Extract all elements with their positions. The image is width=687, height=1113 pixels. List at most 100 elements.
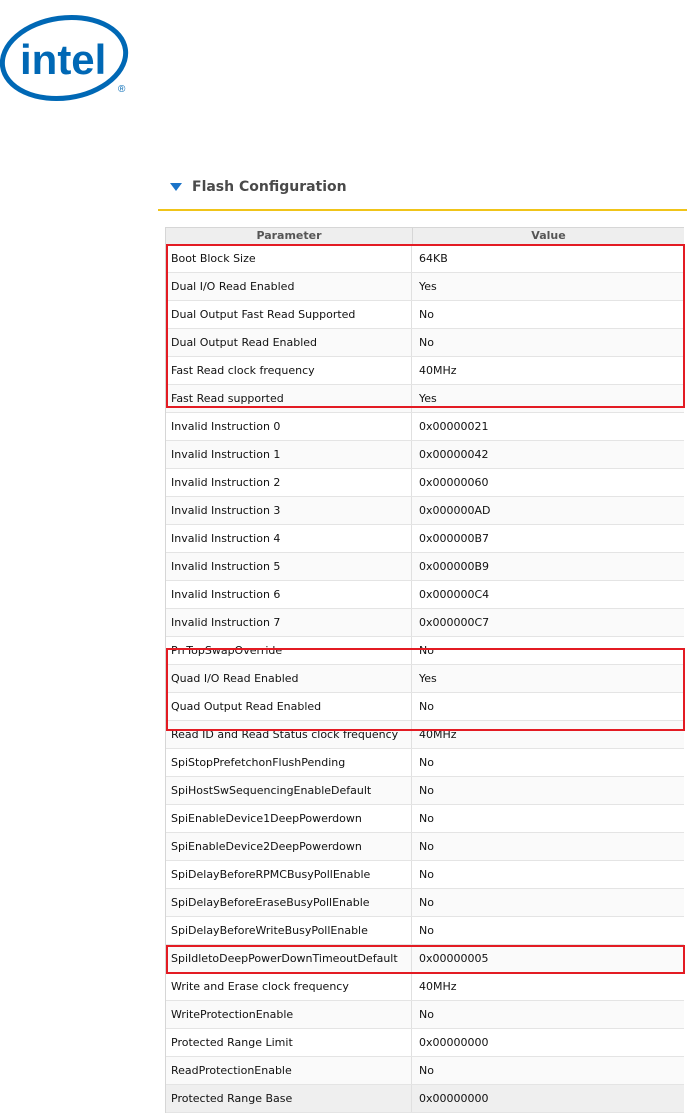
table-row[interactable]: Invalid Instruction 1 0x00000042	[166, 441, 684, 469]
parameter-cell: Dual Output Fast Read Supported	[166, 301, 412, 328]
value-cell[interactable]: Yes	[412, 665, 683, 692]
intel-logo: intel ®	[0, 12, 140, 104]
table-row[interactable]: Quad Output Read Enabled No	[166, 693, 684, 721]
parameter-cell: SpiDelayBeforeEraseBusyPollEnable	[166, 889, 412, 916]
value-cell[interactable]: 0x00000005	[412, 945, 683, 972]
value-cell[interactable]: No	[412, 917, 683, 944]
table-row[interactable]: Quad I/O Read Enabled Yes	[166, 665, 684, 693]
value-cell[interactable]: 0x00000021	[412, 413, 683, 440]
value-cell[interactable]: No	[412, 749, 683, 776]
parameter-cell: Protected Range Limit	[166, 1029, 412, 1056]
value-cell[interactable]: No	[412, 861, 683, 888]
parameter-cell: Invalid Instruction 1	[166, 441, 412, 468]
parameter-cell: SpiHostSwSequencingEnableDefault	[166, 777, 412, 804]
value-cell[interactable]: No	[412, 889, 683, 916]
table-row[interactable]: Fast Read supported Yes	[166, 385, 684, 413]
table-row[interactable]: ReadProtectionEnable No	[166, 1057, 684, 1085]
value-cell[interactable]: 0x00000060	[412, 469, 683, 496]
parameter-cell: Dual I/O Read Enabled	[166, 273, 412, 300]
parameter-cell: Quad Output Read Enabled	[166, 693, 412, 720]
value-cell[interactable]: No	[412, 805, 683, 832]
value-cell[interactable]: 40MHz	[412, 357, 683, 384]
value-cell[interactable]: No	[412, 777, 683, 804]
table-row[interactable]: SpiIdletoDeepPowerDownTimeoutDefault 0x00…	[166, 945, 684, 973]
parameter-cell: Invalid Instruction 2	[166, 469, 412, 496]
value-cell[interactable]: 40MHz	[412, 973, 683, 1000]
value-cell[interactable]: 0x00000042	[412, 441, 683, 468]
column-header-value[interactable]: Value	[413, 228, 684, 244]
flash-configuration-table: Parameter Value Boot Block Size 64KB Dual …	[165, 227, 684, 1113]
parameter-cell: Invalid Instruction 0	[166, 413, 412, 440]
table-row[interactable]: Fast Read clock frequency 40MHz	[166, 357, 684, 385]
parameter-cell: Write and Erase clock frequency	[166, 973, 412, 1000]
section-header-flash-configuration[interactable]: Flash Configuration	[170, 176, 347, 198]
svg-text:®: ®	[118, 84, 126, 95]
value-cell[interactable]: 0x00000000	[412, 1029, 683, 1056]
parameter-cell: Invalid Instruction 6	[166, 581, 412, 608]
table-row[interactable]: WriteProtectionEnable No	[166, 1001, 684, 1029]
parameter-cell: Dual Output Read Enabled	[166, 329, 412, 356]
table-row[interactable]: Invalid Instruction 4 0x000000B7	[166, 525, 684, 553]
value-cell[interactable]: No	[412, 301, 683, 328]
table-row[interactable]: Invalid Instruction 3 0x000000AD	[166, 497, 684, 525]
table-row[interactable]: Dual Output Read Enabled No	[166, 329, 684, 357]
parameter-cell: SpiEnableDevice2DeepPowerdown	[166, 833, 412, 860]
column-header-parameter[interactable]: Parameter	[166, 228, 413, 244]
parameter-cell: SpiDelayBeforeWriteBusyPollEnable	[166, 917, 412, 944]
parameter-cell: Invalid Instruction 5	[166, 553, 412, 580]
value-cell[interactable]: No	[412, 1001, 683, 1028]
value-cell[interactable]: No	[412, 693, 683, 720]
table-row[interactable]: Boot Block Size 64KB	[166, 245, 684, 273]
table-body: Boot Block Size 64KB Dual I/O Read Enabled…	[166, 245, 684, 1113]
table-row[interactable]: Dual Output Fast Read Supported No	[166, 301, 684, 329]
value-cell[interactable]: 0x00000000	[412, 1085, 683, 1112]
table-row[interactable]: Read ID and Read Status clock frequency 4…	[166, 721, 684, 749]
parameter-cell: SpiDelayBeforeRPMCBusyPollEnable	[166, 861, 412, 888]
table-row[interactable]: Dual I/O Read Enabled Yes	[166, 273, 684, 301]
value-cell[interactable]: 0x000000B7	[412, 525, 683, 552]
table-row[interactable]: Invalid Instruction 5 0x000000B9	[166, 553, 684, 581]
table-row[interactable]: Write and Erase clock frequency 40MHz	[166, 973, 684, 1001]
parameter-cell: Protected Range Base	[166, 1085, 412, 1112]
table-header: Parameter Value	[166, 227, 684, 245]
parameter-cell: Fast Read supported	[166, 385, 412, 412]
value-cell[interactable]: 40MHz	[412, 721, 683, 748]
table-row[interactable]: Invalid Instruction 6 0x000000C4	[166, 581, 684, 609]
value-cell[interactable]: Yes	[412, 273, 683, 300]
table-row[interactable]: SpiDelayBeforeWriteBusyPollEnable No	[166, 917, 684, 945]
table-row[interactable]: SpiHostSwSequencingEnableDefault No	[166, 777, 684, 805]
value-cell[interactable]: 0x000000C4	[412, 581, 683, 608]
value-cell[interactable]: No	[412, 833, 683, 860]
parameter-cell: PrrTopSwapOverride	[166, 637, 412, 664]
value-cell[interactable]: Yes	[412, 385, 683, 412]
parameter-cell: SpiEnableDevice1DeepPowerdown	[166, 805, 412, 832]
parameter-cell: Invalid Instruction 7	[166, 609, 412, 636]
table-row[interactable]: Invalid Instruction 7 0x000000C7	[166, 609, 684, 637]
svg-text:intel: intel	[20, 36, 106, 83]
value-cell[interactable]: 0x000000AD	[412, 497, 683, 524]
value-cell[interactable]: No	[412, 329, 683, 356]
table-row[interactable]: SpiEnableDevice1DeepPowerdown No	[166, 805, 684, 833]
table-row[interactable]: SpiStopPrefetchonFlushPending No	[166, 749, 684, 777]
table-row[interactable]: Invalid Instruction 2 0x00000060	[166, 469, 684, 497]
triangle-down-icon[interactable]	[170, 183, 182, 191]
table-row[interactable]: SpiDelayBeforeEraseBusyPollEnable No	[166, 889, 684, 917]
table-row[interactable]: SpiEnableDevice2DeepPowerdown No	[166, 833, 684, 861]
value-cell[interactable]: 0x000000B9	[412, 553, 683, 580]
parameter-cell: Invalid Instruction 4	[166, 525, 412, 552]
value-cell[interactable]: 0x000000C7	[412, 609, 683, 636]
parameter-cell: Quad I/O Read Enabled	[166, 665, 412, 692]
value-cell[interactable]: 64KB	[412, 245, 683, 272]
parameter-cell: Fast Read clock frequency	[166, 357, 412, 384]
parameter-cell: Boot Block Size	[166, 245, 412, 272]
table-row[interactable]: Protected Range Base 0x00000000	[166, 1085, 684, 1113]
table-row[interactable]: Protected Range Limit 0x00000000	[166, 1029, 684, 1057]
section-divider	[158, 209, 687, 211]
section-title: Flash Configuration	[192, 179, 347, 195]
table-row[interactable]: PrrTopSwapOverride No	[166, 637, 684, 665]
table-row[interactable]: Invalid Instruction 0 0x00000021	[166, 413, 684, 441]
value-cell[interactable]: No	[412, 637, 683, 664]
parameter-cell: SpiStopPrefetchonFlushPending	[166, 749, 412, 776]
table-row[interactable]: SpiDelayBeforeRPMCBusyPollEnable No	[166, 861, 684, 889]
parameter-cell: Read ID and Read Status clock frequency	[166, 721, 412, 748]
